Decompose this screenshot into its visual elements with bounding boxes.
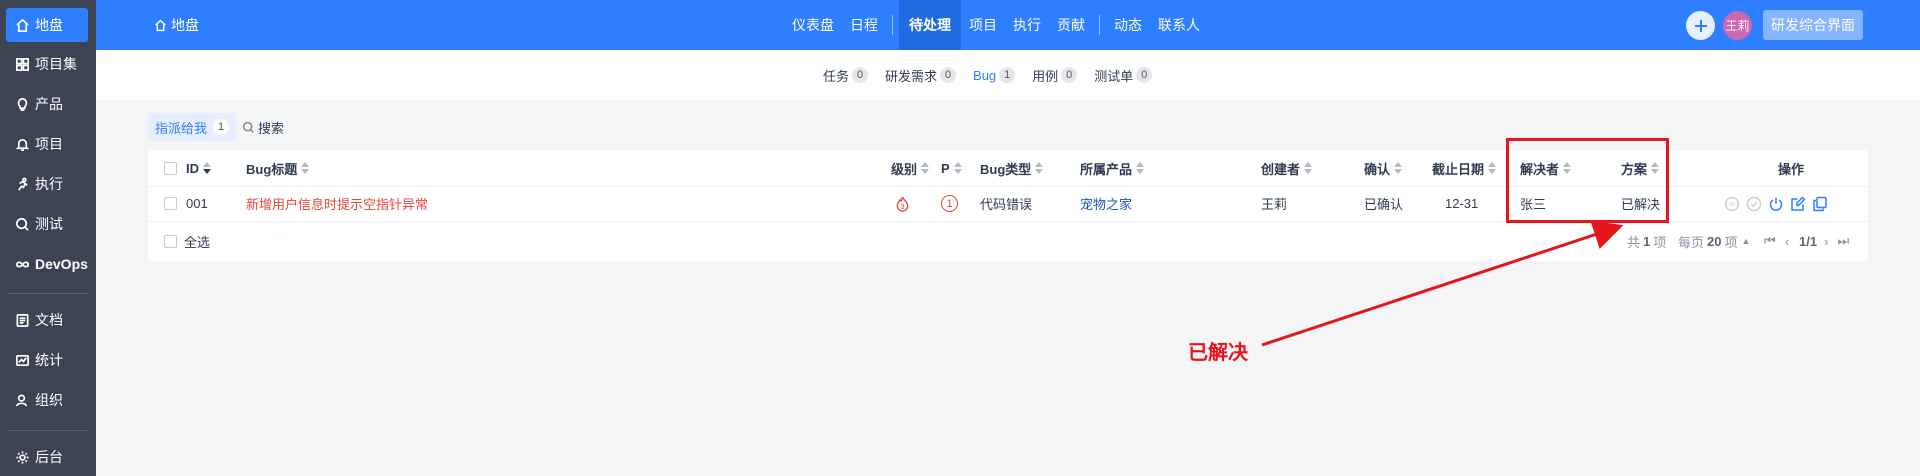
annotation-arrow (1261, 220, 1624, 347)
callout-label: 已解决 (1188, 342, 1248, 364)
